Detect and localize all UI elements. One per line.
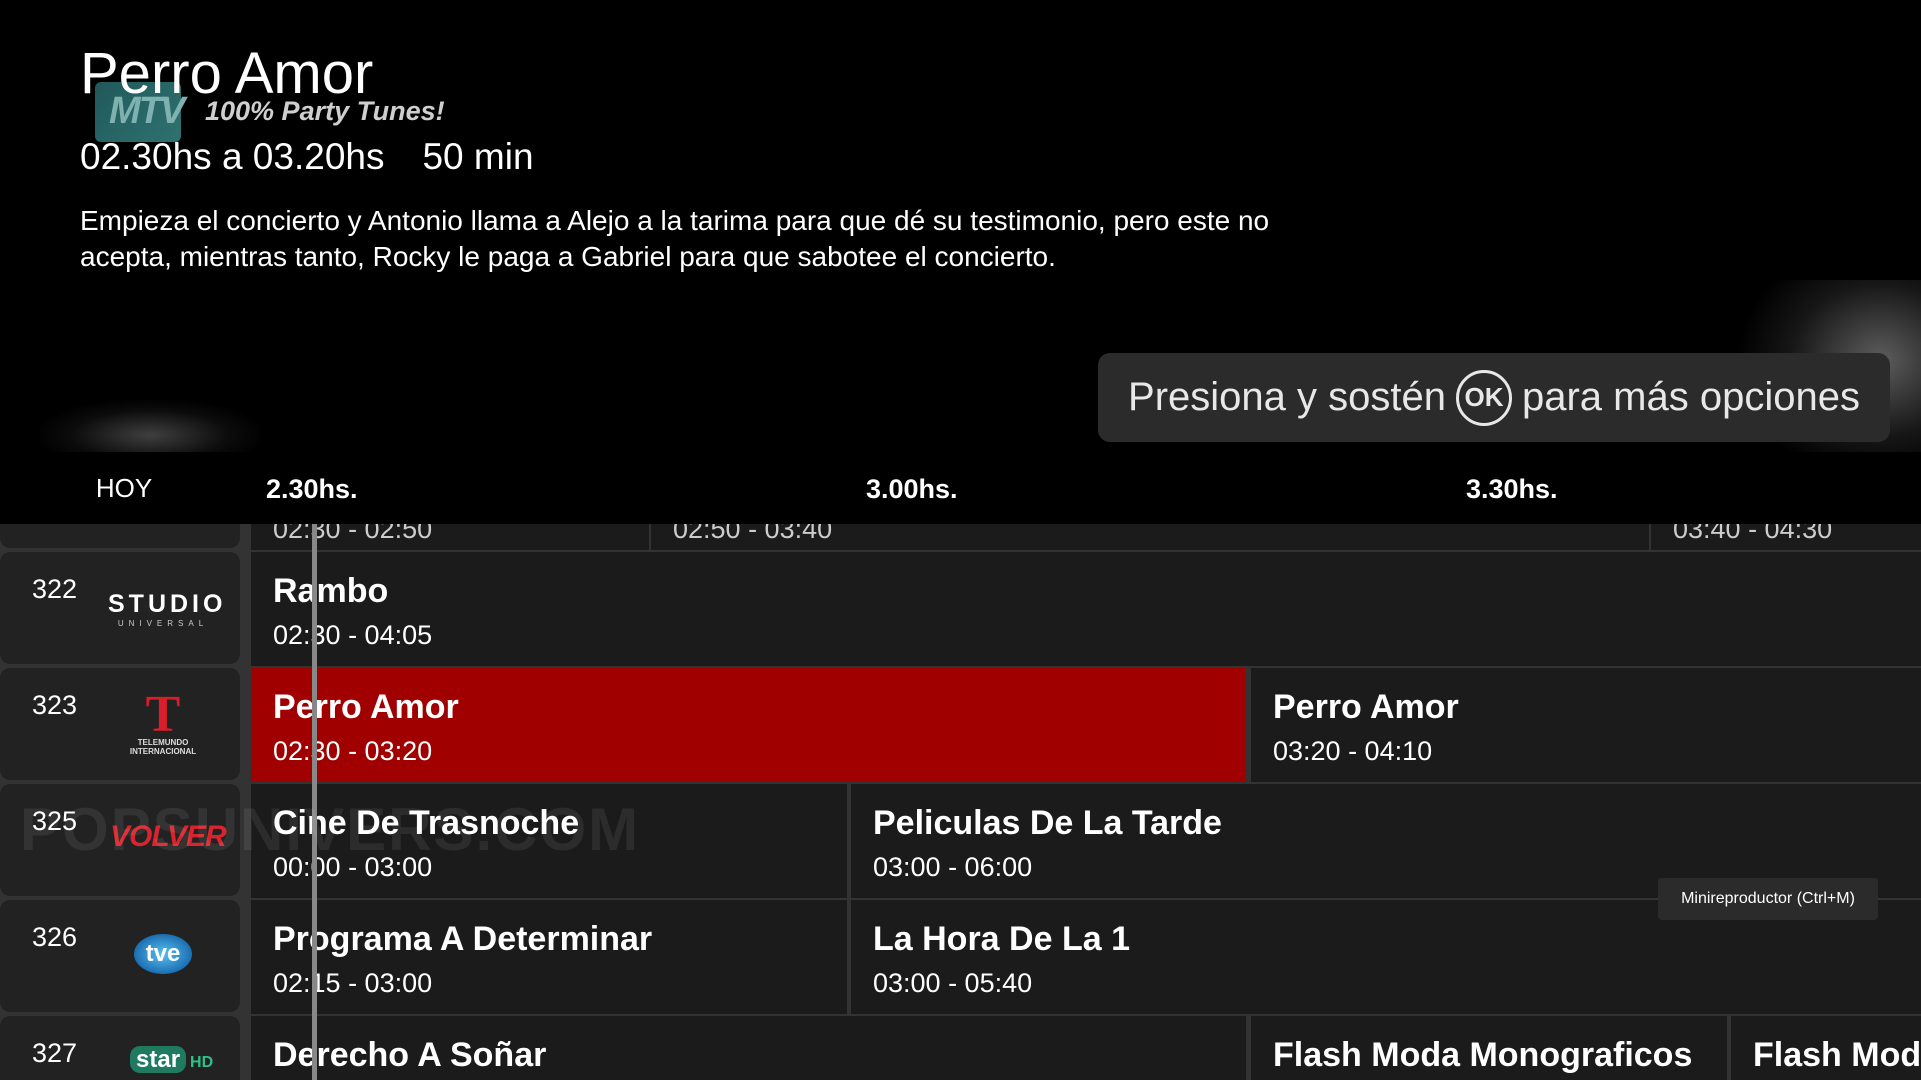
program-title: Flash Moda Monograficos [1273,1036,1693,1074]
time-tick: 3.00hs. [866,474,958,504]
telemundo-logo: T TELEMUNDO INTERNACIONAL [129,686,197,757]
program-title: Peliculas De La Tarde [873,804,1222,842]
time-tick: 2.30hs. [266,474,358,504]
channel-cell[interactable] [0,524,240,548]
program-title: Programa A Determinar [273,920,653,958]
channel-cell-326[interactable]: 326 tve [0,900,240,1012]
program-title: Flash Mod [1753,1036,1921,1074]
guide-row: 323 T TELEMUNDO INTERNACIONAL Perro Amor… [0,668,1921,782]
program-time: 03:20 - 04:10 [1273,736,1433,766]
channel-cell-327[interactable]: 327 star HD [0,1016,240,1080]
program-title: La Hora De La 1 [873,920,1130,958]
program-description: Empieza el concierto y Antonio llama a A… [80,205,1270,272]
program-duration: 50 min [422,136,534,177]
program-cell[interactable]: 03:40 - 04:30 [1651,524,1921,550]
guide-row: 326 tve Programa A Determinar 02:15 - 03… [0,900,1921,1014]
program-schedule: 02.30hs a 03.20hs 50 min [80,136,534,178]
program-cell[interactable]: Perro Amor 03:20 - 04:10 [1251,668,1921,782]
program-cell-selected[interactable]: Perro Amor 02:30 - 03:20 [251,668,1246,782]
program-cell[interactable]: 02:30 - 02:50 [251,524,649,550]
time-tick: 3.30hs. [1466,474,1558,504]
program-cell[interactable]: Programa A Determinar 02:15 - 03:00 [251,900,847,1014]
tve-logo: tve [134,934,192,974]
program-time: 02:15 - 03:00 [273,968,433,998]
guide-row-partial: 02:30 - 02:50 02:50 - 03:40 03:40 - 04:3… [0,524,1921,550]
timeline-header: HOY 2.30hs. 3.00hs. 3.30hs. [0,452,1921,524]
guide-row: 327 star HD Derecho A Soñar Flash Moda Mo… [0,1016,1921,1080]
more-options-hint: Presiona y sostén OK para más opciones [1098,353,1890,442]
program-cell[interactable]: 02:50 - 03:40 [651,524,1649,550]
star-hd-logo: star HD [130,1046,213,1074]
hint-text-before: Presiona y sostén [1128,375,1446,419]
program-cell[interactable]: Rambo 02:30 - 04:05 [251,552,1921,666]
guide-row: 322 STUDIO UNIVERSAL Rambo 02:30 - 04:05 [0,552,1921,666]
program-time: 02:50 - 03:40 [673,524,833,544]
program-time-range: 02.30hs a 03.20hs [80,136,385,177]
program-time: 02:30 - 04:05 [273,620,433,650]
ok-button-icon: OK [1455,369,1512,426]
watermark: POPSUNIVERS.COM [20,796,641,863]
channel-number: 327 [32,1038,78,1068]
channel-cell-323[interactable]: 323 T TELEMUNDO INTERNACIONAL [0,668,240,780]
program-time: 03:00 - 06:00 [873,852,1033,882]
program-time: 02:30 - 03:20 [273,736,433,766]
program-title: Rambo [273,572,389,610]
miniplayer-tooltip: Minireproductor (Ctrl+M) [1658,878,1878,920]
program-cell[interactable]: Flash Mod [1731,1016,1921,1080]
program-cell[interactable]: Derecho A Soñar [251,1016,1246,1080]
today-label[interactable]: HOY [0,452,248,524]
program-title: Perro Amor [1273,688,1459,726]
channel-number: 323 [32,690,78,720]
channel-number: 322 [32,574,78,604]
program-title: Perro Amor [273,688,459,726]
program-info-panel: MTV 100% Party Tunes! Perro Amor 02.30hs… [0,0,1921,480]
program-time: 03:00 - 05:40 [873,968,1033,998]
channel-number: 326 [32,922,78,952]
program-time: 02:30 - 02:50 [273,524,433,544]
channel-cell-322[interactable]: 322 STUDIO UNIVERSAL [0,552,240,664]
hint-text-after: para más opciones [1521,375,1860,419]
program-title: Perro Amor [80,41,374,106]
program-cell[interactable]: Flash Moda Monograficos [1251,1016,1727,1080]
program-time: 03:40 - 04:30 [1673,524,1833,544]
studio-universal-logo: STUDIO UNIVERSAL [108,590,227,628]
